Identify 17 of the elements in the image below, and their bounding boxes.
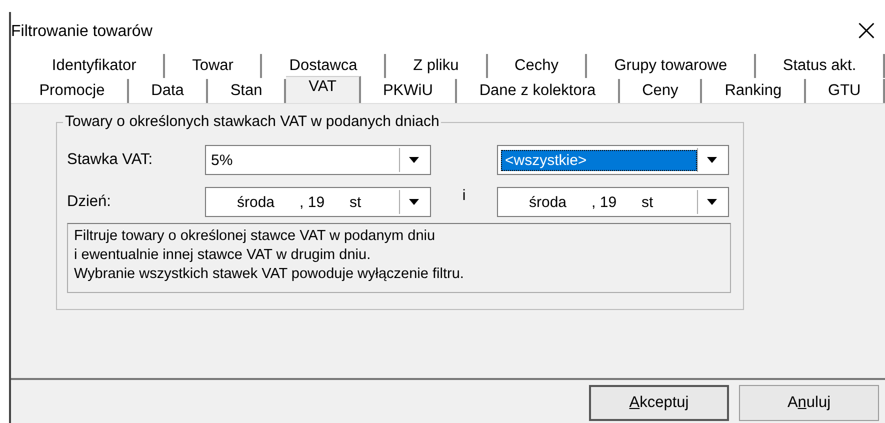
description-text: i ewentualnie innej stawce VAT w drugim dniu. (74, 246, 372, 265)
dropdown[interactable]: <wszystkie> (497, 145, 729, 175)
and-label: i (461, 187, 467, 204)
close-button[interactable]: × (848, 16, 885, 46)
description-text: Wybranie wszystkich stawek VAT powoduje wyłączenie filtru. (74, 265, 465, 284)
field-label: Stawka VAT: (67, 151, 154, 169)
dropdown[interactable]: środa , 19 st (205, 187, 431, 217)
window-title: Filtrowanie towarów (11, 22, 152, 41)
tab[interactable]: Cechy (488, 54, 588, 78)
description-text: Filtruje towary o określonej stawce VAT w podanym dniu (74, 227, 436, 246)
dropdown[interactable]: 5% (205, 145, 431, 175)
tab[interactable]: VAT (286, 76, 361, 103)
field-label: Dzień: (67, 193, 112, 211)
cancel-button[interactable]: Anuluj (739, 385, 879, 421)
accept-button[interactable]: Akceptuj (589, 385, 729, 421)
dropdown[interactable]: środa , 19 st (497, 187, 729, 217)
group-title: Towary o określonych stawkach VAT w podanych dniach (63, 113, 442, 130)
